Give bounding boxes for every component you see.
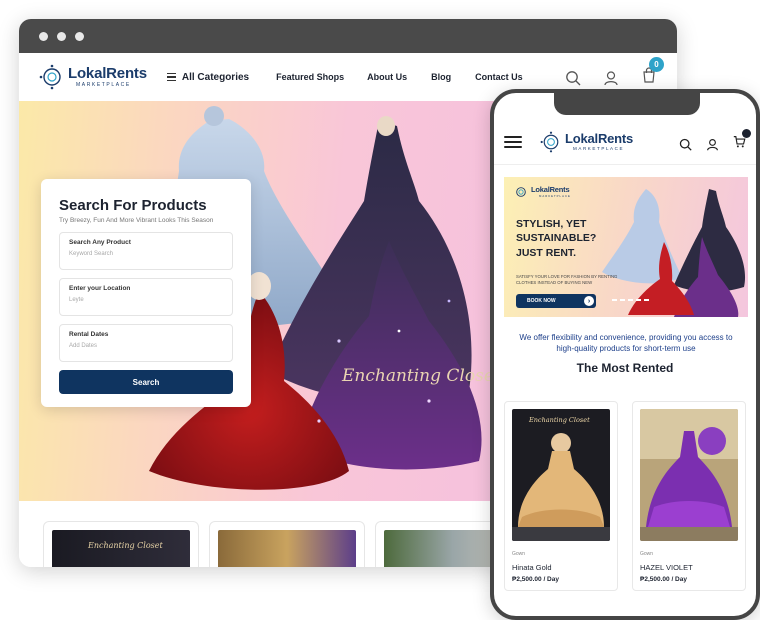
- user-icon[interactable]: [706, 138, 719, 151]
- mobile-cart-button[interactable]: [733, 129, 751, 153]
- mobile-phone-frame: LokalRents MARKETPLACE LokalRents MARKET…: [490, 89, 760, 620]
- field-label: Search Any Product: [69, 239, 131, 246]
- product-name: HAZEL VIOLET: [640, 563, 693, 572]
- logo-mark-icon: [540, 131, 559, 152]
- product-image: [640, 409, 738, 541]
- field-placeholder: Keyword Search: [69, 251, 114, 257]
- value-proposition-text: We offer flexibility and convenience, pr…: [519, 333, 733, 353]
- banner-subline: SATISFY YOUR LOVE FOR FASHION BY RENTING…: [516, 274, 618, 286]
- featured-card[interactable]: Enchanting Closet: [43, 521, 199, 567]
- brand-name: LokalRents: [68, 65, 147, 82]
- product-name: Hinata Gold: [512, 563, 552, 572]
- product-card[interactable]: Enchanting Closet Gown Hinata Gold ₱2,50…: [504, 401, 618, 591]
- field-placeholder: Add Dates: [69, 343, 98, 349]
- all-categories-label: All Categories: [181, 71, 250, 83]
- product-category: Gown: [640, 551, 654, 557]
- carousel-indicators[interactable]: [612, 299, 649, 301]
- window-dot-icon[interactable]: [39, 31, 48, 41]
- search-icon[interactable]: [679, 138, 692, 151]
- nav-link-contact-us[interactable]: Contact Us: [475, 72, 523, 82]
- cart-button[interactable]: 0: [641, 57, 664, 88]
- menu-icon: [166, 72, 176, 82]
- banner-logo: LokalRents MARKETPLACE: [514, 185, 571, 199]
- violet-gown-image: [640, 409, 738, 541]
- location-field[interactable]: Enter your Location Leyte: [59, 278, 233, 316]
- brand-subtitle: MARKETPLACE: [539, 194, 571, 199]
- cart-count-badge: [742, 129, 751, 138]
- product-card[interactable]: Gown HAZEL VIOLET ₱2,500.00 / Day: [632, 401, 746, 591]
- mobile-hero-banner: LokalRents MARKETPLACE STYLISH, YET SUST…: [504, 177, 748, 317]
- rental-dates-field[interactable]: Rental Dates Add Dates: [59, 324, 233, 362]
- shop-watermark-text: Enchanting Closet: [342, 366, 501, 386]
- book-now-label: BOOK NOW: [527, 298, 556, 304]
- product-search-card: Search For Products Try Breezy, Fun And …: [41, 179, 251, 407]
- brand-name: LokalRents: [565, 130, 634, 146]
- field-value: Leyte: [69, 297, 84, 303]
- field-label: Enter your Location: [69, 285, 131, 292]
- user-icon[interactable]: [603, 70, 619, 86]
- most-rented-heading: The Most Rented: [576, 361, 674, 375]
- logo-mark-icon: [516, 187, 526, 197]
- search-button[interactable]: Search: [59, 370, 233, 394]
- mobile-brand-logo[interactable]: LokalRents MARKETPLACE: [540, 131, 633, 153]
- featured-card-image: [218, 530, 356, 567]
- cart-count-badge: 0: [649, 57, 664, 72]
- field-label: Rental Dates: [69, 331, 109, 338]
- browser-title-bar: [19, 19, 677, 53]
- logo-mark-icon: [39, 64, 61, 90]
- search-icon[interactable]: [565, 70, 581, 86]
- all-categories-menu[interactable]: All Categories: [166, 71, 250, 83]
- window-dot-icon[interactable]: [75, 31, 84, 41]
- card-watermark-text: Enchanting Closet: [88, 541, 163, 550]
- product-watermark-text: Enchanting Closet: [529, 416, 590, 424]
- header-icons: 0: [565, 57, 664, 88]
- search-subtitle: Try Breezy, Fun And More Vibrant Looks T…: [59, 217, 214, 224]
- nav-link-blog[interactable]: Blog: [431, 72, 451, 82]
- window-dot-icon[interactable]: [57, 31, 66, 41]
- search-title: Search For Products: [59, 197, 207, 214]
- product-price: ₱2,500.00 / Day: [640, 576, 687, 583]
- featured-card[interactable]: [209, 521, 365, 567]
- product-category: Gown: [512, 551, 526, 557]
- book-now-button[interactable]: BOOK NOW ›: [516, 294, 596, 308]
- phone-notch: [554, 93, 700, 115]
- banner-headline: STYLISH, YET SUSTAINABLE? JUST RENT.: [516, 218, 597, 259]
- brand-name: LokalRents: [531, 184, 570, 194]
- brand-subtitle: MARKETPLACE: [76, 82, 131, 88]
- nav-link-about-us[interactable]: About Us: [367, 72, 407, 82]
- arrow-right-icon: ›: [584, 296, 594, 306]
- gold-gown-image: [512, 409, 610, 541]
- brand-subtitle: MARKETPLACE: [573, 145, 625, 151]
- hamburger-menu-icon[interactable]: [504, 135, 522, 148]
- product-price: ₱2,500.00 / Day: [512, 576, 559, 583]
- brand-logo[interactable]: LokalRents MARKETPLACE: [39, 64, 147, 90]
- nav-link-featured-shops[interactable]: Featured Shops: [276, 72, 344, 82]
- product-search-field[interactable]: Search Any Product Keyword Search: [59, 232, 233, 270]
- product-image: [512, 409, 610, 541]
- mobile-header: LokalRents MARKETPLACE: [494, 119, 756, 165]
- mobile-header-icons: [679, 129, 751, 153]
